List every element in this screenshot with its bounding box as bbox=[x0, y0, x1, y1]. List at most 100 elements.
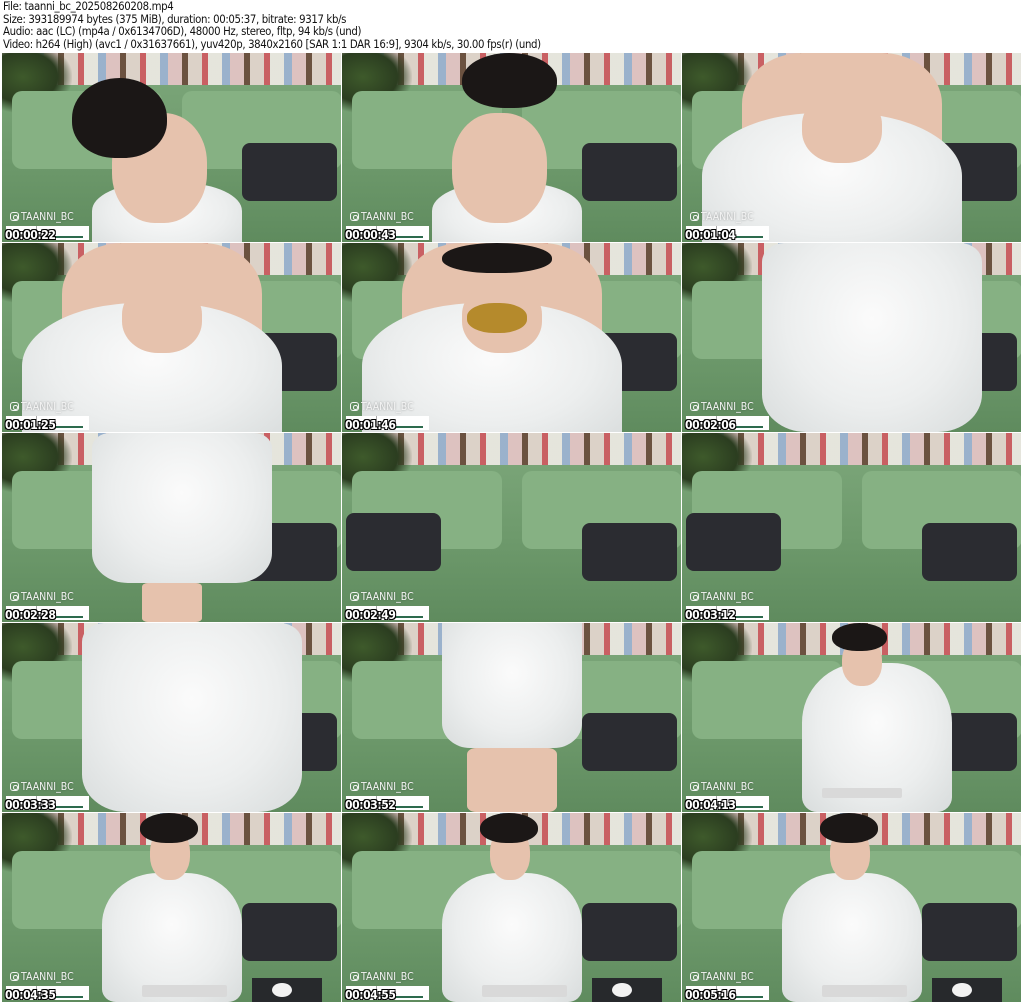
timestamp: 00:04:35 bbox=[5, 988, 56, 1002]
instagram-icon bbox=[10, 782, 19, 791]
video-info: Video: h264 (High) (avc1 / 0x31637661), … bbox=[3, 37, 541, 51]
watermark-text: TAANNI_BC bbox=[21, 211, 74, 223]
timestamp: 00:05:16 bbox=[685, 988, 736, 1002]
watermark-text: TAANNI_BC bbox=[701, 401, 754, 413]
dark-pillow bbox=[686, 513, 781, 571]
thumbnail: TAANNI_BC 00:02:49 bbox=[342, 433, 681, 622]
thumbnail: TAANNI_BC 00:02:28 bbox=[2, 433, 341, 622]
watermark: TAANNI_BC bbox=[690, 211, 754, 223]
person-chest bbox=[122, 283, 202, 353]
person-chest bbox=[802, 93, 882, 163]
thumbnail: TAANNI_BC 00:01:25 bbox=[2, 243, 341, 432]
watermark-text: TAANNI_BC bbox=[701, 591, 754, 603]
person-hair bbox=[462, 53, 557, 108]
watermark-text: TAANNI_BC bbox=[701, 971, 754, 983]
dark-pillow bbox=[582, 713, 677, 771]
watermark: TAANNI_BC bbox=[350, 591, 414, 603]
instagram-icon bbox=[10, 212, 19, 221]
instagram-icon bbox=[350, 782, 359, 791]
watermark-text: TAANNI_BC bbox=[361, 211, 414, 223]
mouse bbox=[272, 983, 292, 997]
watermark-text: TAANNI_BC bbox=[361, 781, 414, 793]
person-hair bbox=[72, 78, 167, 158]
person-hair bbox=[140, 813, 198, 843]
timestamp: 00:04:13 bbox=[685, 798, 736, 812]
instagram-icon bbox=[690, 972, 699, 981]
thumbnail: TAANNI_BC 00:03:52 bbox=[342, 623, 681, 812]
watermark: TAANNI_BC bbox=[10, 971, 74, 983]
timestamp: 00:04:55 bbox=[345, 988, 396, 1002]
watermark-text: TAANNI_BC bbox=[361, 401, 414, 413]
person-hair bbox=[820, 813, 878, 843]
file-name: File: taanni_bc_202508260208.mp4 bbox=[3, 0, 174, 13]
timestamp: 00:02:06 bbox=[685, 418, 736, 432]
dark-pillow bbox=[242, 903, 337, 961]
thumbnail: TAANNI_BC 00:03:33 bbox=[2, 623, 341, 812]
person-dress bbox=[762, 243, 982, 432]
person-dress bbox=[442, 623, 582, 748]
thumbnail: TAANNI_BC 00:05:16 bbox=[682, 813, 1021, 1002]
watermark-text: TAANNI_BC bbox=[21, 971, 74, 983]
watermark: TAANNI_BC bbox=[10, 781, 74, 793]
thumbnail-grid: TAANNI_BC 00:00:22 TAANNI_BC 00:00:43 TAANNI… bbox=[2, 53, 1021, 1002]
watermark: TAANNI_BC bbox=[690, 591, 754, 603]
instagram-icon bbox=[350, 402, 359, 411]
watermark-text: TAANNI_BC bbox=[701, 781, 754, 793]
timestamp: 00:01:04 bbox=[685, 228, 736, 242]
person-dress bbox=[782, 873, 922, 1002]
timestamp: 00:00:22 bbox=[5, 228, 56, 242]
thumbnail: TAANNI_BC 00:02:06 bbox=[682, 243, 1021, 432]
person-dress bbox=[92, 433, 272, 583]
thumbnail: TAANNI_BC 00:01:04 bbox=[682, 53, 1021, 242]
timestamp: 00:03:12 bbox=[685, 608, 736, 622]
keyboard bbox=[822, 985, 907, 997]
thumbnail: TAANNI_BC 00:04:13 bbox=[682, 623, 1021, 812]
instagram-icon bbox=[690, 212, 699, 221]
person-legs bbox=[142, 583, 202, 622]
instagram-icon bbox=[350, 592, 359, 601]
thumbnail: TAANNI_BC 00:00:22 bbox=[2, 53, 341, 242]
timestamp: 00:03:52 bbox=[345, 798, 396, 812]
person-hair bbox=[832, 623, 887, 651]
timestamp: 00:02:28 bbox=[5, 608, 56, 622]
dark-pillow bbox=[582, 523, 677, 581]
watermark-text: TAANNI_BC bbox=[21, 401, 74, 413]
person-hair bbox=[442, 243, 552, 273]
dark-pillow bbox=[346, 513, 441, 571]
keyboard bbox=[482, 985, 567, 997]
food bbox=[467, 303, 527, 333]
watermark: TAANNI_BC bbox=[350, 971, 414, 983]
mouse bbox=[612, 983, 632, 997]
instagram-icon bbox=[690, 402, 699, 411]
thumbnail: TAANNI_BC 00:03:12 bbox=[682, 433, 1021, 622]
watermark: TAANNI_BC bbox=[350, 401, 414, 413]
dark-pillow bbox=[582, 143, 677, 201]
person-face bbox=[452, 113, 547, 223]
timestamp: 00:02:49 bbox=[345, 608, 396, 622]
dark-pillow bbox=[582, 903, 677, 961]
person-dress bbox=[442, 873, 582, 1002]
keyboard bbox=[822, 788, 902, 798]
person-dress bbox=[102, 873, 242, 1002]
watermark-text: TAANNI_BC bbox=[361, 971, 414, 983]
audio-info: Audio: aac (LC) (mp4a / 0x6134706D), 480… bbox=[3, 25, 362, 38]
keyboard bbox=[142, 985, 227, 997]
instagram-icon bbox=[690, 592, 699, 601]
dark-pillow bbox=[242, 143, 337, 201]
watermark: TAANNI_BC bbox=[10, 591, 74, 603]
instagram-icon bbox=[350, 212, 359, 221]
timestamp: 00:03:33 bbox=[5, 798, 56, 812]
instagram-icon bbox=[350, 972, 359, 981]
watermark: TAANNI_BC bbox=[10, 401, 74, 413]
thumbnail: TAANNI_BC 00:01:46 bbox=[342, 243, 681, 432]
timestamp: 00:00:43 bbox=[345, 228, 396, 242]
instagram-icon bbox=[10, 972, 19, 981]
thumbnail: TAANNI_BC 00:04:55 bbox=[342, 813, 681, 1002]
watermark: TAANNI_BC bbox=[690, 781, 754, 793]
watermark: TAANNI_BC bbox=[690, 401, 754, 413]
watermark: TAANNI_BC bbox=[350, 781, 414, 793]
thumbnail: TAANNI_BC 00:04:35 bbox=[2, 813, 341, 1002]
watermark-text: TAANNI_BC bbox=[361, 591, 414, 603]
instagram-icon bbox=[10, 592, 19, 601]
thumbnail: TAANNI_BC 00:00:43 bbox=[342, 53, 681, 242]
